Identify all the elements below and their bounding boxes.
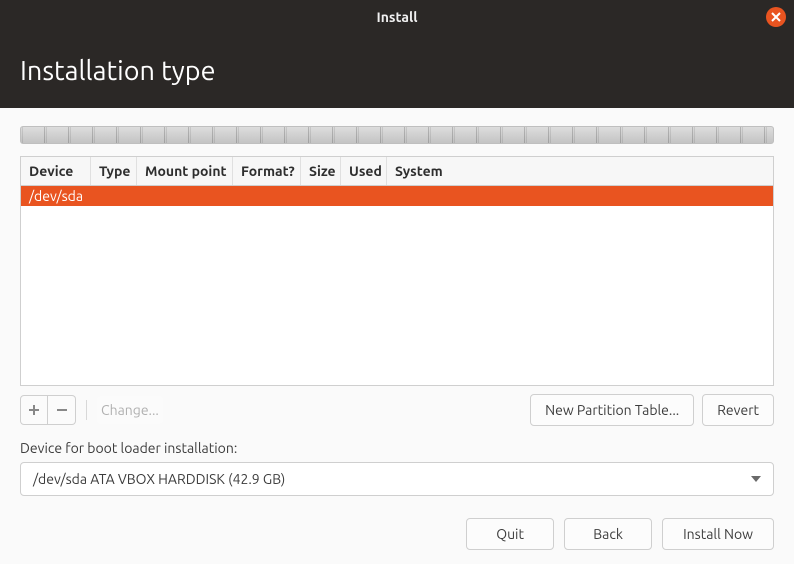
install-now-button[interactable]: Install Now bbox=[662, 518, 774, 550]
new-partition-table-button[interactable]: New Partition Table... bbox=[530, 394, 694, 426]
header: Installation type bbox=[0, 34, 794, 108]
partition-bar[interactable] bbox=[20, 126, 774, 144]
table-row[interactable]: /dev/sda bbox=[21, 186, 773, 206]
close-icon bbox=[771, 12, 781, 22]
window-title: Install bbox=[377, 9, 418, 25]
partition-toolbar: Change... New Partition Table... Revert bbox=[20, 394, 774, 426]
partition-table: Device Type Mount point Format? Size Use… bbox=[20, 156, 774, 386]
change-partition-button[interactable]: Change... bbox=[97, 396, 163, 424]
col-mount[interactable]: Mount point bbox=[137, 157, 233, 185]
table-body[interactable]: /dev/sda bbox=[21, 186, 773, 385]
col-used[interactable]: Used bbox=[341, 157, 387, 185]
row-device: /dev/sda bbox=[21, 186, 91, 206]
bootloader-label: Device for boot loader installation: bbox=[20, 440, 774, 456]
col-device[interactable]: Device bbox=[21, 157, 91, 185]
toolbar-left: Change... bbox=[20, 395, 163, 425]
plus-icon bbox=[28, 404, 40, 416]
remove-partition-button[interactable] bbox=[48, 395, 76, 425]
toolbar-right: New Partition Table... Revert bbox=[530, 394, 774, 426]
titlebar: Install bbox=[0, 0, 794, 34]
col-size[interactable]: Size bbox=[301, 157, 341, 185]
col-system[interactable]: System bbox=[387, 157, 773, 185]
row-format bbox=[233, 186, 301, 206]
col-format[interactable]: Format? bbox=[233, 157, 301, 185]
col-type[interactable]: Type bbox=[91, 157, 137, 185]
page-heading: Installation type bbox=[20, 56, 215, 86]
row-mount bbox=[137, 186, 233, 206]
close-button[interactable] bbox=[766, 7, 786, 27]
row-used bbox=[341, 186, 387, 206]
bootloader-device-select[interactable]: /dev/sda ATA VBOX HARDDISK (42.9 GB) bbox=[20, 462, 774, 496]
minus-icon bbox=[56, 404, 68, 416]
toolbar-separator bbox=[86, 400, 87, 420]
back-button[interactable]: Back bbox=[564, 518, 652, 550]
row-system bbox=[387, 186, 773, 206]
table-header: Device Type Mount point Format? Size Use… bbox=[21, 157, 773, 186]
wizard-nav: Quit Back Install Now bbox=[20, 518, 774, 550]
revert-button[interactable]: Revert bbox=[702, 394, 774, 426]
row-size bbox=[301, 186, 341, 206]
content-area: Device Type Mount point Format? Size Use… bbox=[0, 108, 794, 564]
add-partition-button[interactable] bbox=[20, 395, 48, 425]
bootloader-selected-value: /dev/sda ATA VBOX HARDDISK (42.9 GB) bbox=[33, 471, 285, 487]
row-type bbox=[91, 186, 137, 206]
quit-button[interactable]: Quit bbox=[466, 518, 554, 550]
